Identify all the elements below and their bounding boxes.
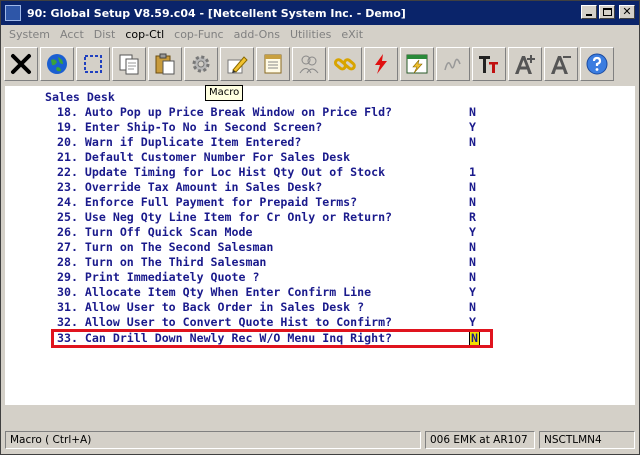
notepad-icon [264, 54, 282, 74]
setting-value[interactable]: N [469, 105, 476, 120]
status-message: Macro ( Ctrl+A) [5, 431, 421, 449]
select-box-button[interactable] [76, 47, 110, 81]
font-increase-icon [515, 55, 535, 74]
font-type-icon [479, 56, 498, 73]
setting-value[interactable]: R [469, 210, 476, 225]
menu-utilities[interactable]: Utilities [285, 28, 336, 41]
minimize-button[interactable] [581, 5, 597, 19]
notepad-button[interactable] [256, 47, 290, 81]
setting-value[interactable]: Y [469, 120, 476, 135]
font-decrease-button[interactable] [544, 47, 578, 81]
status-bar: Macro ( Ctrl+A) 006 EMK at AR107 NSCTLMN… [5, 431, 635, 451]
setting-row: 26. Turn Off Quick Scan Mode [57, 225, 253, 239]
setting-value[interactable]: N [469, 240, 476, 255]
menu-cop-func[interactable]: cop-Func [169, 28, 228, 41]
close-button[interactable]: ✕ [619, 5, 635, 19]
setting-value[interactable]: N [469, 300, 476, 315]
app-window: 90: Global Setup V8.59.c04 - [Netcellent… [0, 0, 640, 455]
setting-value[interactable]: N [469, 180, 476, 195]
paste-icon [155, 53, 175, 75]
setting-row: 19. Enter Ship-To No in Second Screen? [57, 120, 323, 134]
window-title: 90: Global Setup V8.59.c04 - [Netcellent… [27, 6, 406, 20]
setting-row: 18. Auto Pop up Price Break Window on Pr… [57, 105, 393, 119]
setting-row: 32. Allow User to Convert Quote Hist to … [57, 315, 393, 329]
macro-pencil-icon [227, 56, 248, 74]
gap-area [5, 405, 635, 429]
paste-button[interactable] [148, 47, 182, 81]
setting-row: 21. Default Customer Number For Sales De… [57, 150, 351, 164]
menu-dist[interactable]: Dist [89, 28, 121, 41]
setting-value[interactable]: N [469, 135, 476, 150]
status-user: 006 EMK at AR107 [425, 431, 535, 449]
lightning-icon [375, 54, 387, 74]
link-icon [333, 58, 356, 71]
menu-system[interactable]: System [4, 28, 55, 41]
setting-row: 29. Print Immediately Quote ? [57, 270, 260, 284]
setting-row: 25. Use Neg Qty Line Item for Cr Only or… [57, 210, 393, 224]
gear-icon [192, 55, 210, 73]
panel-lightning-button[interactable] [400, 47, 434, 81]
setting-value[interactable]: N [469, 195, 476, 210]
highlight-box [51, 329, 493, 348]
close-icon: ✕ [622, 5, 632, 18]
setting-row: 20. Warn if Duplicate Item Entered? [57, 135, 302, 149]
maximize-button[interactable] [599, 5, 615, 19]
minimize-icon [586, 14, 592, 16]
setting-value[interactable]: Y [469, 225, 476, 240]
window-controls: ✕ [581, 5, 635, 19]
font-increase-button[interactable] [508, 47, 542, 81]
help-icon [586, 53, 608, 75]
setting-row: 24. Enforce Full Payment for Prepaid Ter… [57, 195, 358, 209]
setting-value[interactable]: N [469, 270, 476, 285]
title-bar[interactable]: 90: Global Setup V8.59.c04 - [Netcellent… [1, 1, 639, 25]
close-x-button[interactable] [4, 47, 38, 81]
lightning-button[interactable] [364, 47, 398, 81]
copy-icon [119, 54, 139, 75]
users-icon [299, 55, 319, 74]
status-program: NSCTLMN4 [539, 431, 635, 449]
setting-row: 28. Turn on The Third Salesman [57, 255, 267, 269]
terminal-screen: Sales Desk 18. Auto Pop up Price Break W… [5, 86, 635, 405]
menu-exit[interactable]: eXit [336, 28, 368, 41]
maximize-icon [603, 8, 612, 16]
setting-row: 23. Override Tax Amount in Sales Desk? [57, 180, 323, 194]
select-box-icon [84, 55, 102, 73]
setting-row: 30. Allocate Item Qty When Enter Confirm… [57, 285, 372, 299]
panel-lightning-icon [406, 54, 428, 74]
font-decrease-icon [551, 56, 571, 74]
font-type-button[interactable] [472, 47, 506, 81]
macro-button[interactable] [220, 47, 254, 81]
setting-value[interactable]: N [469, 255, 476, 270]
setting-row: 31. Allow User to Back Order in Sales De… [57, 300, 365, 314]
menu-add-ons[interactable]: add-Ons [229, 28, 285, 41]
globe-icon [47, 54, 67, 74]
signature-icon [444, 58, 461, 71]
tooltip: Macro [205, 85, 244, 101]
menu-cop-ctl[interactable]: cop-Ctl [120, 28, 169, 41]
users-button[interactable] [292, 47, 326, 81]
menu-bar: System Acct Dist cop-Ctl cop-Func add-On… [1, 25, 639, 43]
link-button[interactable] [328, 47, 362, 81]
close-x-icon [11, 54, 31, 74]
setting-value[interactable]: Y [469, 315, 476, 330]
globe-button[interactable] [40, 47, 74, 81]
app-icon [5, 5, 21, 21]
setting-row: 27. Turn on The Second Salesman [57, 240, 274, 254]
help-button[interactable] [580, 47, 614, 81]
toolbar [4, 45, 636, 83]
setting-value[interactable]: Y [469, 285, 476, 300]
menu-acct[interactable]: Acct [55, 28, 89, 41]
section-title: Sales Desk [45, 90, 115, 104]
setting-row: 22. Update Timing for Loc Hist Qty Out o… [57, 165, 386, 179]
copy-button[interactable] [112, 47, 146, 81]
signature-button[interactable] [436, 47, 470, 81]
setting-value[interactable]: 1 [469, 165, 476, 180]
settings-button[interactable] [184, 47, 218, 81]
